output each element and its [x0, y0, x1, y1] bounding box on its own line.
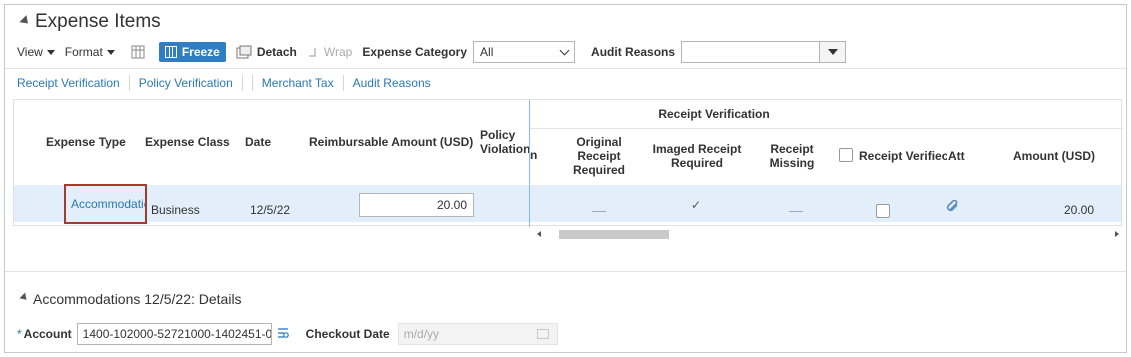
detach-button[interactable]: Detach — [236, 45, 297, 59]
reimbursable-amount-input[interactable]: 20.00 — [359, 193, 474, 217]
view-label: View — [17, 45, 43, 59]
col-header-receipt-verified[interactable]: Receipt Verifiec — [859, 149, 947, 163]
expense-items-table: Receipt Verification Expense Type Expens… — [13, 99, 1123, 240]
group-header-receipt-verification: Receipt Verification — [658, 107, 770, 121]
dropdown-caret-icon — [827, 49, 838, 55]
detach-label: Detach — [256, 45, 297, 59]
expense-category-value: All — [480, 45, 494, 59]
col-header-receipt-missing[interactable]: Receipt Missing — [764, 142, 820, 170]
freeze-icon — [164, 46, 177, 58]
wrap-icon — [308, 48, 316, 57]
table-toolbar: View Format Freeze Detach Wrap Expense C… — [17, 40, 847, 64]
divider — [5, 68, 1126, 69]
original-receipt-required-dash — [592, 211, 606, 212]
collapse-triangle-icon[interactable] — [19, 292, 30, 303]
col-header-clipped: n — [530, 148, 538, 162]
col-header-reimbursable-amount[interactable]: Reimbursable Amount (USD) — [309, 135, 479, 149]
horizontal-scrollbar[interactable] — [529, 228, 1123, 240]
separator — [128, 75, 130, 91]
columns-icon[interactable] — [131, 45, 145, 59]
col-header-original-receipt-required[interactable]: Original Receipt Required — [566, 135, 632, 177]
wrap-button[interactable]: Wrap — [307, 45, 352, 59]
checkout-date-input[interactable]: m/d/yy — [397, 323, 558, 345]
col-header-expense-type[interactable]: Expense Type — [46, 135, 126, 149]
section-title: Expense Items — [35, 11, 161, 32]
scrollbar-thumb[interactable] — [559, 230, 669, 239]
collapse-triangle-icon[interactable] — [19, 14, 32, 27]
search-icon[interactable] — [276, 326, 290, 343]
expense-class-cell: Business — [151, 203, 200, 217]
calendar-icon[interactable] — [536, 329, 549, 339]
expense-category-select[interactable]: All — [473, 41, 576, 63]
checkout-date-placeholder: m/d/yy — [403, 327, 440, 341]
separator — [251, 75, 253, 91]
date-cell: 12/5/22 — [250, 203, 291, 217]
details-title: Accommodations 12/5/22: Details — [33, 291, 242, 307]
scroll-right-icon[interactable] — [1115, 231, 1119, 237]
expense-category-label: Expense Category — [362, 45, 468, 59]
account-input[interactable]: 1400-102000-52721000-1402451-000( — [76, 323, 272, 345]
expense-items-header[interactable]: Expense Items — [19, 11, 161, 33]
details-header[interactable]: Accommodations 12/5/22: Details — [19, 291, 242, 307]
detach-icon — [236, 45, 252, 59]
chevron-down-icon — [559, 45, 570, 55]
format-label: Format — [64, 45, 103, 59]
amount-cell: 20.00 — [1063, 203, 1094, 217]
checkout-date-label: Checkout Date — [305, 327, 390, 341]
account-label: Account — [23, 327, 72, 341]
frozen-column-divider[interactable] — [529, 100, 530, 227]
group-header-divider — [529, 128, 1123, 129]
paperclip-icon[interactable] — [946, 199, 960, 217]
format-caret-icon — [106, 49, 115, 55]
col-header-expense-class[interactable]: Expense Class — [145, 135, 235, 149]
view-caret-icon — [46, 49, 55, 55]
wrap-label: Wrap — [323, 45, 353, 59]
view-menu[interactable]: View — [17, 45, 55, 59]
required-asterisk: * — [17, 327, 22, 341]
freeze-label: Freeze — [181, 45, 220, 59]
expense-items-panel: Expense Items View Format Freeze Detach … — [4, 4, 1127, 353]
link-merchant-tax[interactable]: Merchant Tax — [262, 76, 334, 90]
imaged-receipt-required-checkmark-icon: ✓ — [691, 198, 702, 212]
account-row: * Account 1400-102000-52721000-1402451-0… — [17, 323, 558, 345]
expense-type-link[interactable]: Accommodatic — [64, 184, 147, 224]
freeze-button[interactable]: Freeze — [158, 42, 226, 62]
divider — [5, 271, 1126, 272]
column-group-links: Receipt Verification Policy Verification… — [17, 75, 431, 91]
col-header-date[interactable]: Date — [245, 135, 285, 149]
link-policy-verification[interactable]: Policy Verification — [139, 76, 233, 90]
receipt-verified-checkbox[interactable] — [876, 204, 890, 218]
select-all-receipt-verified-checkbox[interactable] — [839, 148, 853, 162]
link-receipt-verification[interactable]: Receipt Verification — [17, 76, 120, 90]
separator — [342, 75, 344, 91]
col-header-policy-violation[interactable]: Policy Violation — [480, 128, 530, 156]
audit-reasons-label: Audit Reasons — [591, 45, 676, 59]
col-header-amount[interactable]: Amount (USD) — [1004, 149, 1104, 163]
scroll-left-icon[interactable] — [537, 231, 541, 237]
audit-reasons-select[interactable] — [681, 41, 821, 63]
audit-reasons-dropdown-button[interactable] — [820, 41, 847, 63]
col-header-imaged-receipt-required[interactable]: Imaged Receipt Required — [649, 142, 745, 170]
separator — [241, 75, 243, 91]
receipt-missing-dash — [789, 211, 803, 212]
link-audit-reasons[interactable]: Audit Reasons — [353, 76, 431, 90]
format-menu[interactable]: Format — [65, 45, 115, 59]
col-header-att[interactable]: Att — [948, 149, 972, 163]
